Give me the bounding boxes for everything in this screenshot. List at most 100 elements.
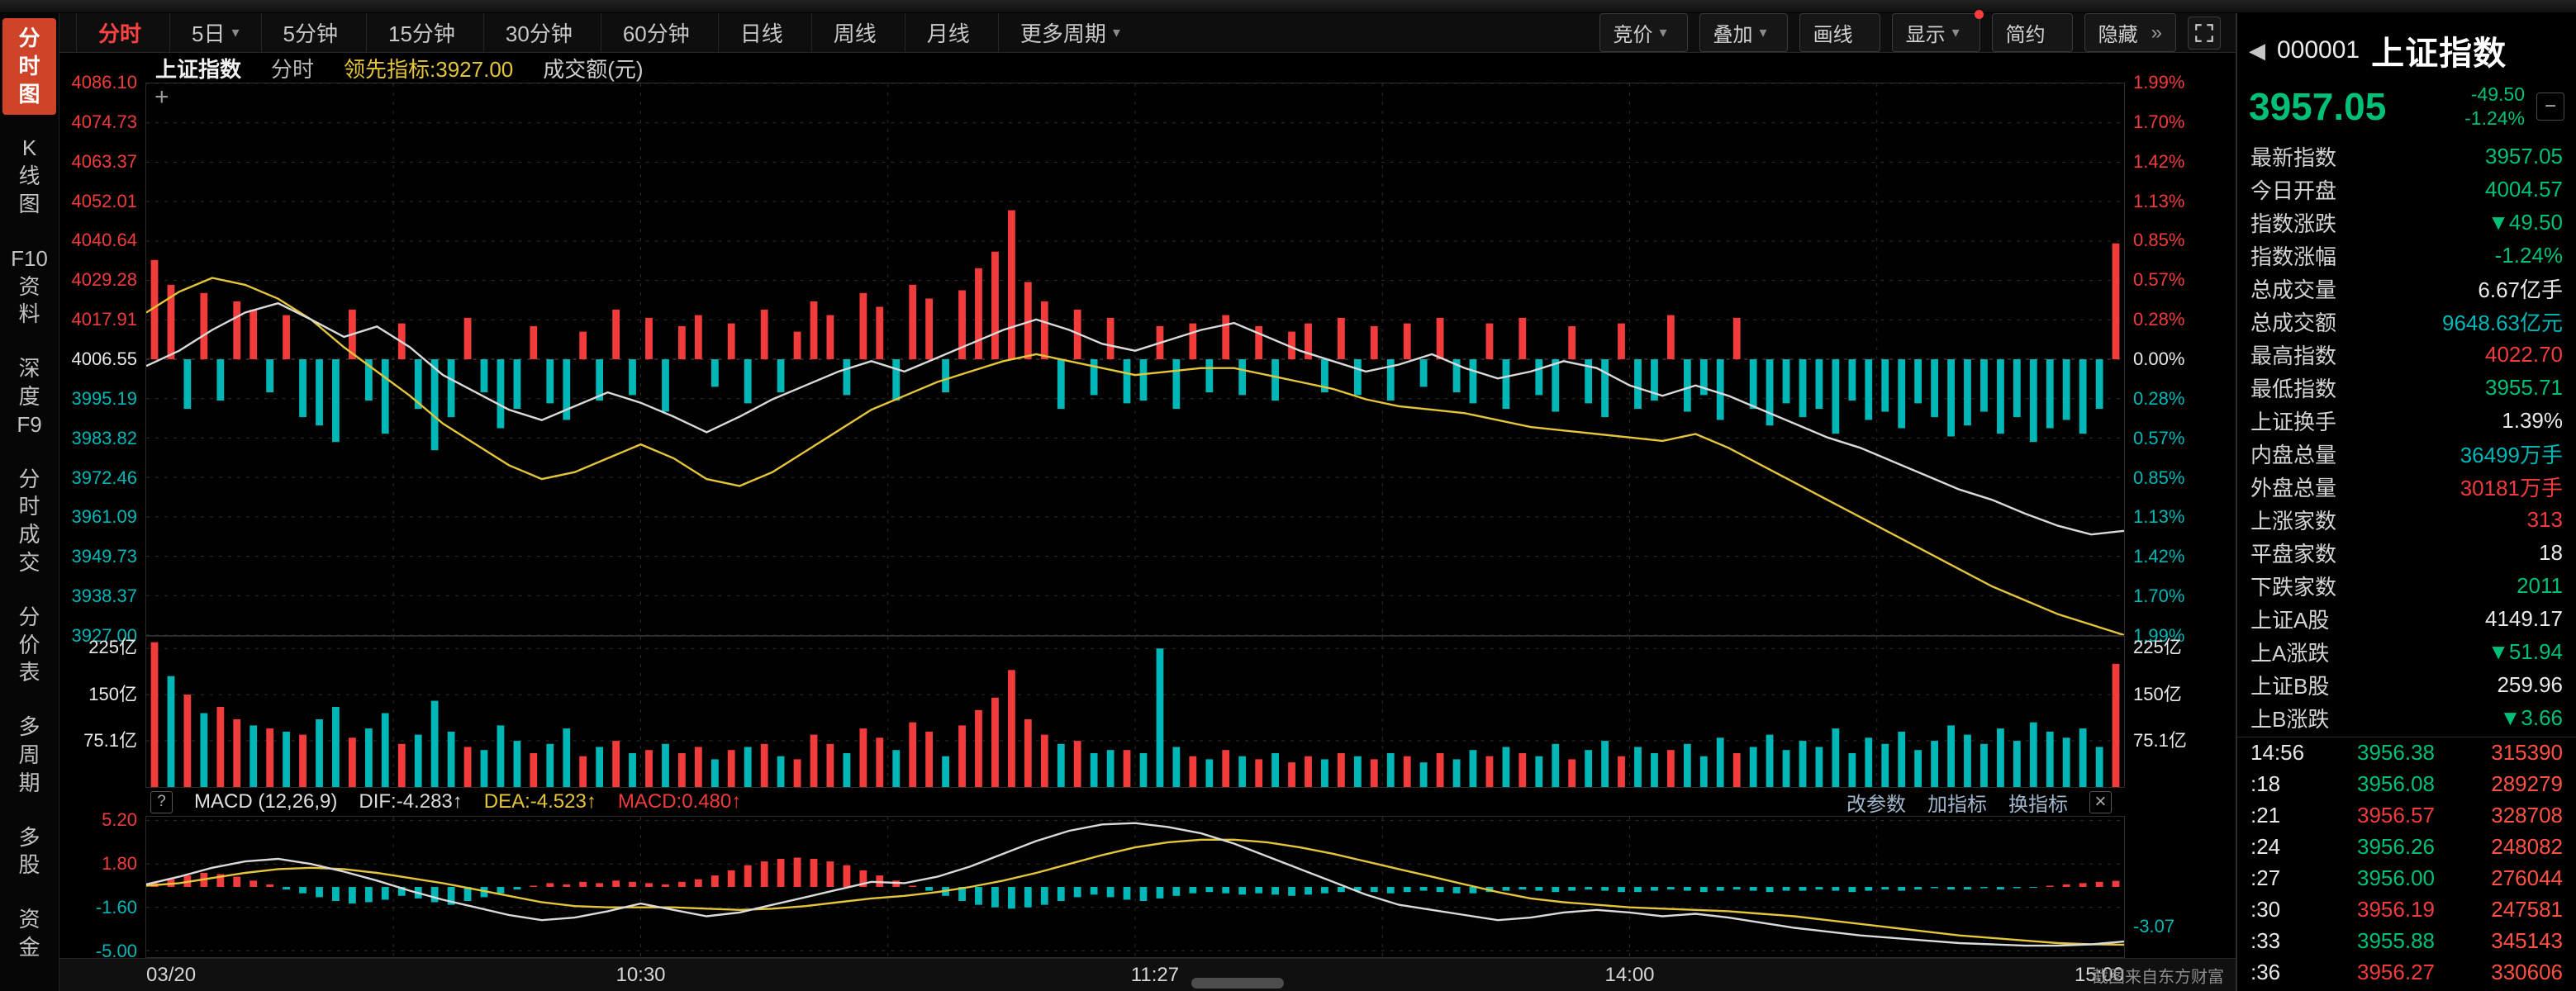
tick-time: :30: [2250, 897, 2330, 922]
quote-detail-row: 最低指数 3955.71: [2237, 372, 2576, 405]
close-icon[interactable]: ×: [2089, 791, 2112, 813]
indicator-header: ? MACD (12,26,9) DIF:-4.283↑ DEA:-4.523↑…: [59, 788, 2236, 816]
axis-label: 3961.09: [71, 508, 137, 526]
quote-panel: ◀ 000001 上证指数 3957.05 -49.50 -1.24% − 最新…: [2236, 13, 2576, 991]
quote-detail-row: 最高指数 4022.70: [2237, 339, 2576, 372]
sidebar-item[interactable]: 分 价 表: [0, 597, 59, 694]
sidebar-item[interactable]: 资 金: [0, 899, 59, 969]
chart-tools: 竞价 ▾ 叠加 ▾: [1599, 13, 2177, 52]
quote-detail-value: 2011: [2517, 573, 2563, 599]
price-chart-panel: 4086.104074.734063.374052.014040.644029.…: [59, 83, 2236, 636]
quote-header: ◀ 000001 上证指数: [2237, 13, 2576, 79]
tick-list[interactable]: 14:56 3956.38 315390 :18 3956.08 289279 …: [2237, 737, 2576, 991]
minimize-icon[interactable]: −: [2536, 92, 2564, 121]
quote-detail-value: 18: [2539, 540, 2563, 566]
fullscreen-button[interactable]: [2188, 17, 2221, 50]
axis-label: 0.28%: [2133, 390, 2184, 408]
period-tab-label: 5分钟: [283, 17, 338, 48]
tick-price: 3956.08: [2330, 771, 2462, 797]
quote-detail-label: 总成交量: [2250, 273, 2336, 304]
quote-detail-label: 外盘总量: [2250, 472, 2336, 502]
tick-row: :24 3956.26 248082: [2237, 832, 2576, 863]
sidebar-item[interactable]: K 线 图: [0, 128, 59, 225]
period-tab[interactable]: 5日 ▾: [169, 13, 261, 52]
quote-detail-value: 36499万手: [2460, 439, 2563, 469]
switch-indicator-button[interactable]: 换指标: [2008, 788, 2068, 817]
sidebar-item[interactable]: 多 股: [0, 818, 59, 887]
period-tab[interactable]: 分时: [76, 13, 169, 52]
quote-detail-row: 外盘总量 30181万手: [2237, 471, 2576, 504]
sidebar-item[interactable]: 深 度 F9: [0, 349, 59, 445]
double-chevron-icon: »: [2151, 21, 2162, 45]
period-tab[interactable]: 15分钟: [366, 13, 483, 52]
quote-detail-value: 3955.71: [2485, 375, 2563, 401]
help-icon[interactable]: ?: [150, 791, 173, 813]
chart-tool-button[interactable]: 显示 ▾: [1892, 13, 1980, 52]
tick-price: 3955.88: [2330, 928, 2462, 954]
scrollbar-thumb[interactable]: [1191, 978, 1284, 989]
period-tab-label: 分时: [98, 17, 141, 48]
quote-detail-value: 4022.70: [2485, 342, 2563, 367]
axis-label: 1.13%: [2133, 192, 2184, 211]
macd-axis-left: 5.201.80-1.60-5.00: [59, 816, 145, 958]
period-tab[interactable]: 日线: [718, 13, 811, 52]
price-change-percent: -1.24%: [2464, 107, 2525, 130]
axis-label: 0.57%: [2133, 271, 2184, 289]
tick-row: :18 3956.08 289279: [2237, 769, 2576, 800]
tick-volume: 345143: [2462, 928, 2563, 954]
legend-mode: 分时: [271, 53, 314, 83]
quote-detail-value: 6.67亿手: [2478, 273, 2563, 304]
macd-chart-plot[interactable]: [145, 816, 2125, 958]
crosshair-icon: +: [154, 85, 169, 110]
quote-detail-row: 上证换手 1.39%: [2237, 405, 2576, 438]
quote-detail-value: -1.24%: [2495, 243, 2563, 268]
axis-label: -3.07: [2133, 918, 2174, 936]
chart-tool-button[interactable]: 竞价 ▾: [1599, 13, 1688, 52]
period-tab-label: 月线: [927, 17, 970, 48]
period-tab[interactable]: 更多周期 ▾: [998, 13, 1142, 52]
axis-label: 4074.73: [71, 113, 137, 131]
axis-label: 0.85%: [2133, 231, 2184, 249]
price-chart-plot[interactable]: +: [145, 83, 2125, 636]
quote-detail-row: 总成交额 9648.63亿元: [2237, 306, 2576, 339]
period-tab-label: 5日: [192, 17, 225, 48]
chart-tool-button[interactable]: 叠加 ▾: [1699, 13, 1788, 52]
axis-label: 150亿: [2133, 685, 2182, 704]
chart-tool-button[interactable]: 简约: [1992, 13, 2073, 52]
quote-detail-row: 内盘总量 36499万手: [2237, 438, 2576, 471]
back-arrow-icon[interactable]: ◀: [2249, 38, 2265, 64]
time-axis: 03/2010:3011:2714:0015:00 截图来自东方财富: [59, 958, 2236, 991]
chart-tool-button[interactable]: 画线: [1799, 13, 1880, 52]
axis-label: 3995.19: [71, 390, 137, 408]
axis-label: 4052.01: [71, 192, 137, 211]
tick-row: :21 3956.57 328708: [2237, 800, 2576, 832]
quote-detail-label: 指数涨幅: [2250, 240, 2336, 271]
period-tab[interactable]: 5分钟: [261, 13, 366, 52]
chart-tool-button[interactable]: 隐藏 »: [2084, 13, 2176, 52]
tick-time: 14:56: [2250, 740, 2330, 766]
tick-row: :30 3956.19 247581: [2237, 894, 2576, 926]
notification-dot: [1975, 10, 1984, 19]
quote-detail-row: 指数涨跌 ▼49.50: [2237, 206, 2576, 239]
left-sidebar: 分 时 图 K 线 图 F10 资 料 深 度 F9 分 时 成 交 分 价 表…: [0, 13, 59, 991]
period-tab[interactable]: 月线: [905, 13, 998, 52]
tick-price: 3956.38: [2330, 740, 2462, 766]
sidebar-item[interactable]: 多 周 期: [0, 707, 59, 804]
macd-axis-right: -3.07: [2125, 816, 2236, 958]
add-indicator-button[interactable]: 加指标: [1927, 788, 1987, 817]
tick-row: :33 3955.88 345143: [2237, 926, 2576, 957]
sidebar-item[interactable]: 分 时 图: [2, 18, 56, 115]
quote-detail-label: 总成交额: [2250, 306, 2336, 337]
sidebar-item[interactable]: F10 资 料: [0, 239, 59, 335]
period-tab[interactable]: 30分钟: [483, 13, 601, 52]
sidebar-item[interactable]: 分 时 成 交: [0, 459, 59, 584]
edit-params-button[interactable]: 改参数: [1846, 788, 1906, 817]
chart-tool-label: 显示: [1906, 18, 1946, 47]
period-tab[interactable]: 周线: [811, 13, 905, 52]
volume-chart-panel: 225亿150亿75.1亿 225亿150亿75.1亿: [59, 636, 2236, 788]
volume-chart-plot[interactable]: [145, 636, 2125, 788]
quote-detail-label: 指数涨跌: [2250, 207, 2336, 238]
axis-label: 3938.37: [71, 587, 137, 605]
period-tab[interactable]: 60分钟: [601, 13, 718, 52]
quote-detail-value: ▼51.94: [2488, 639, 2563, 665]
